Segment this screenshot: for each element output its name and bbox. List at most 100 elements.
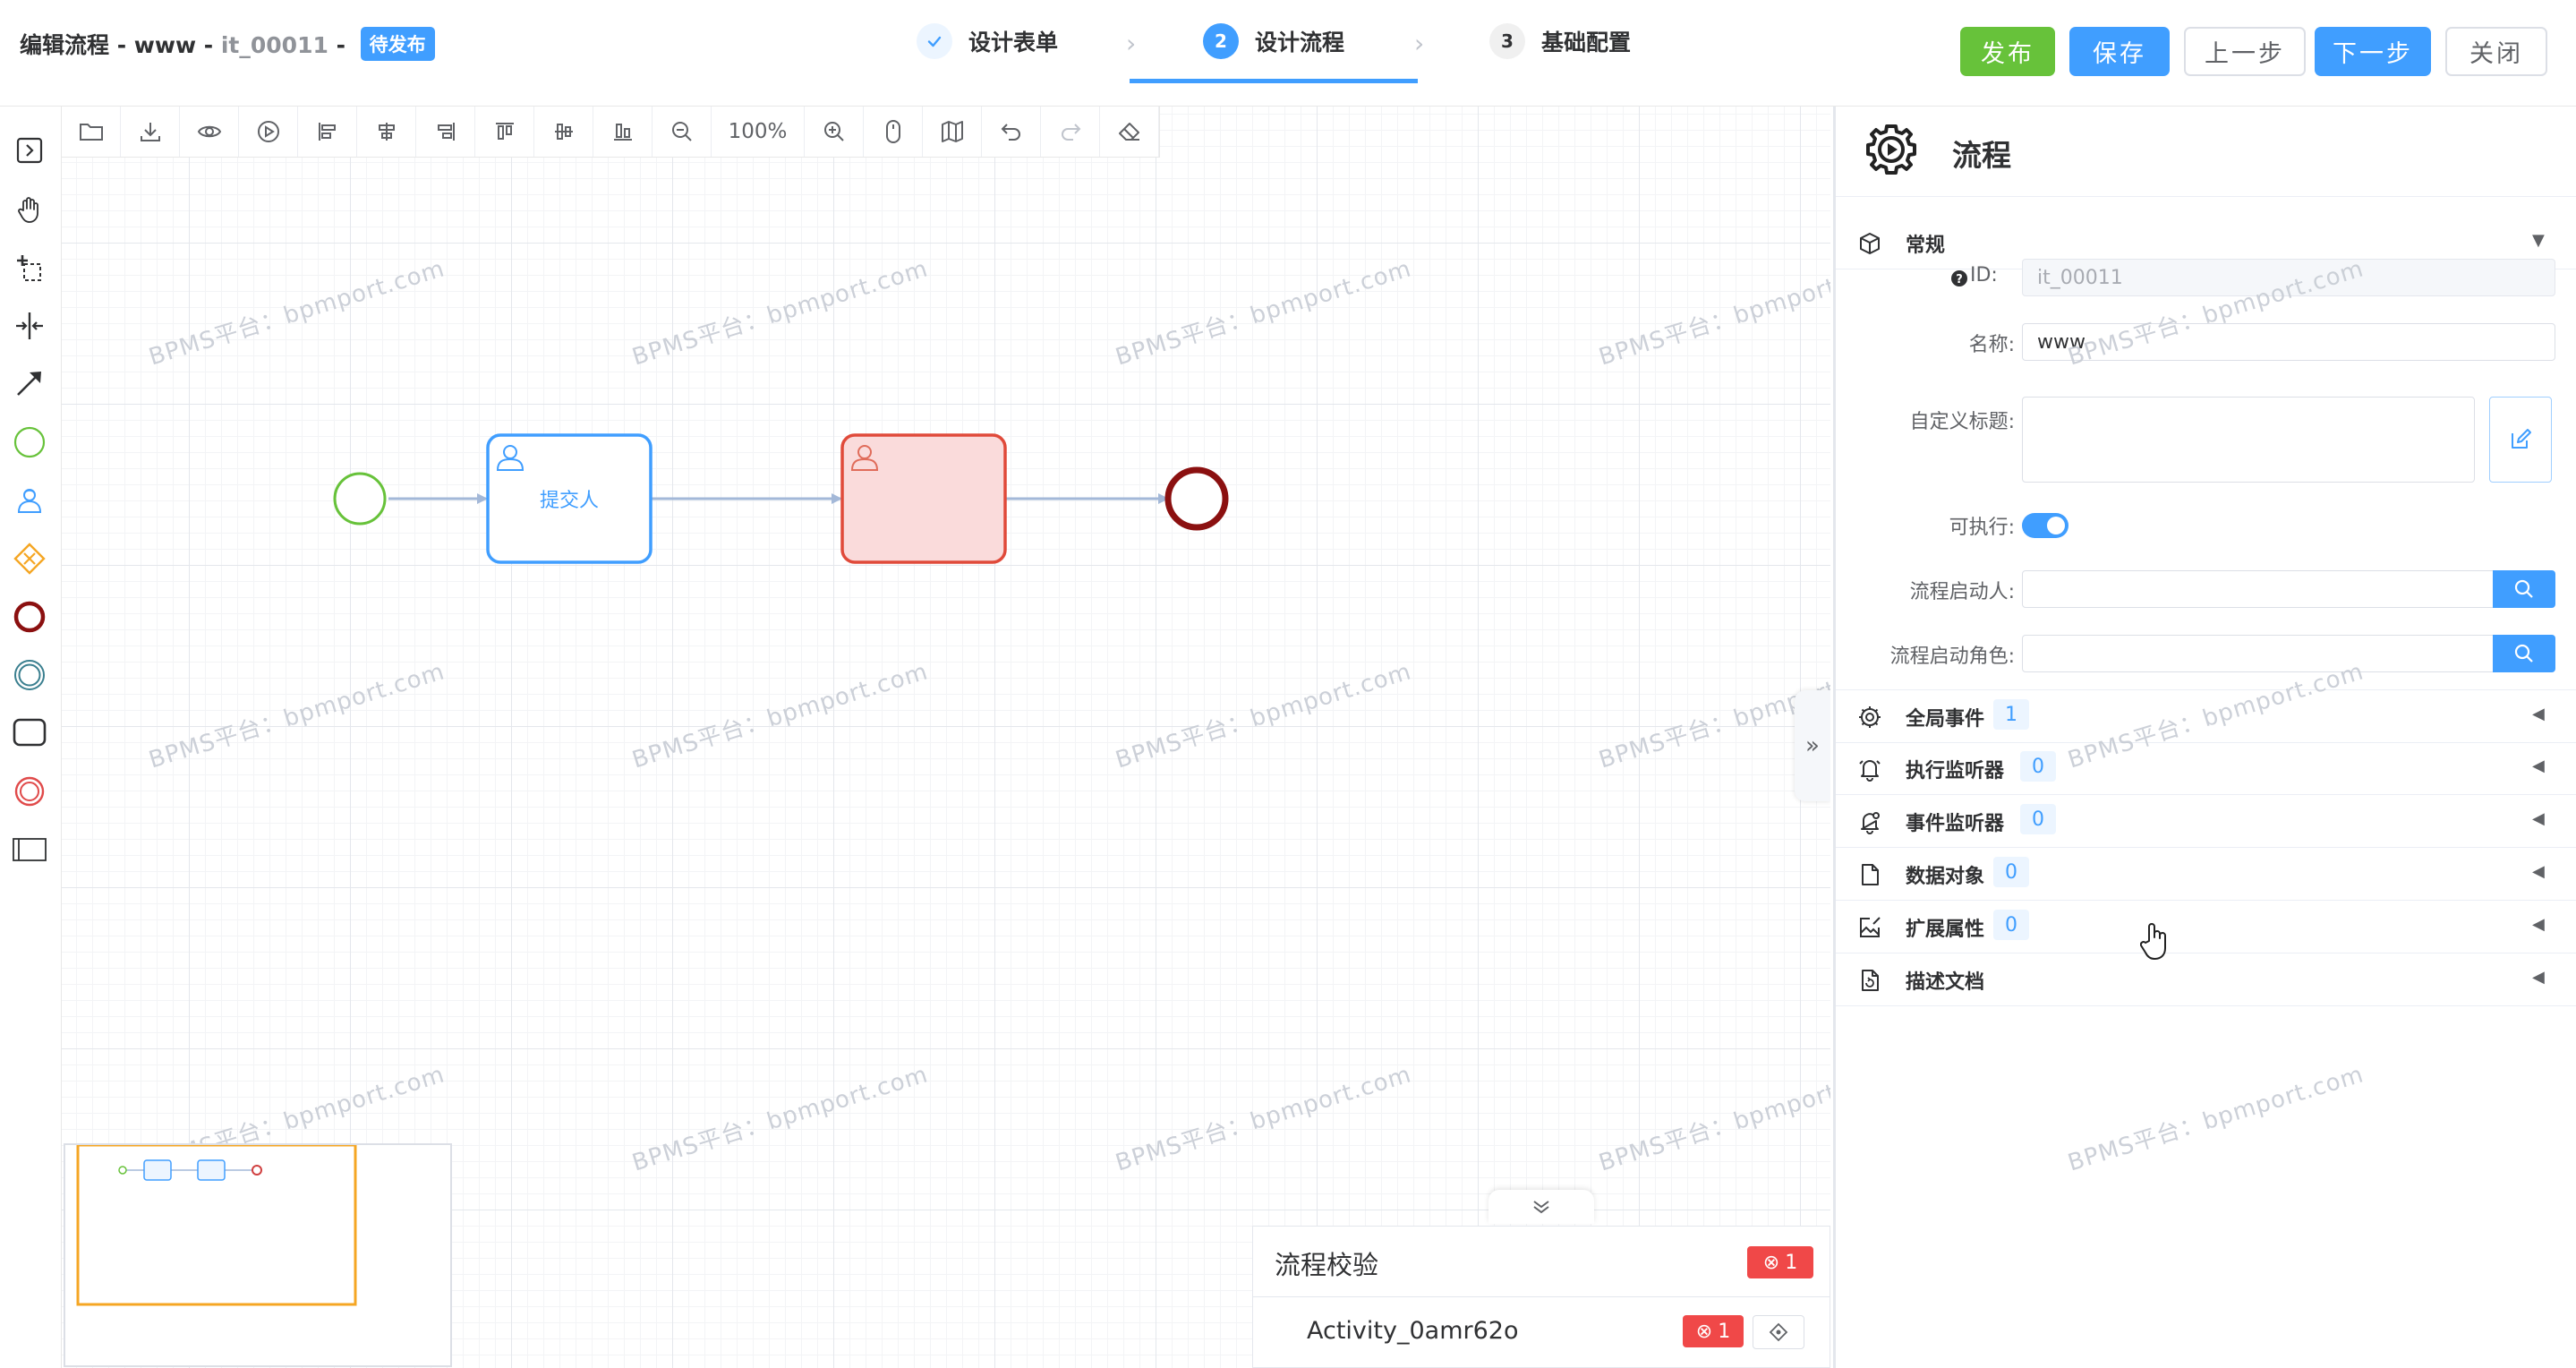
next-step-button[interactable]: 下一步 <box>2315 27 2431 76</box>
minimap-preview <box>76 1143 357 1306</box>
panel-title: 流程 <box>1952 138 2011 173</box>
caret-left-icon: ◀ <box>2532 705 2545 723</box>
search-icon <box>2514 644 2533 663</box>
section-count: 0 <box>2020 751 2056 782</box>
user-task-icon[interactable] <box>7 478 52 523</box>
watermark: BPMS平台：bpmport.com <box>2064 1061 2367 1177</box>
starter-role-input[interactable] <box>2022 635 2495 672</box>
element-palette <box>0 107 62 1368</box>
process-canvas[interactable]: 100% BPMS平台：bpmport.com BPMS平台：bpmport.c… <box>62 107 1830 1368</box>
starter-role-label: 流程启动角色: <box>1889 646 2015 668</box>
collapse-panel-icon[interactable]: » <box>1795 690 1830 801</box>
validation-title: 流程校验 <box>1275 1250 1379 1280</box>
save-button[interactable]: 保存 <box>2069 27 2170 76</box>
prev-step-button[interactable]: 上一步 <box>2184 27 2306 76</box>
starter-input[interactable] <box>2022 570 2495 608</box>
validation-item-name: Activity_0amr62o <box>1307 1317 1519 1345</box>
start-event[interactable] <box>333 472 387 526</box>
pool-icon[interactable] <box>7 827 52 872</box>
step-design-process[interactable]: 2 设计流程 <box>1203 23 1344 59</box>
expand-palette-icon[interactable] <box>7 128 52 173</box>
section-extension-properties[interactable]: 扩展属性 0 ◀ <box>1836 901 2576 953</box>
active-step-underline <box>1130 79 1418 83</box>
check-icon <box>917 23 952 59</box>
step-label: 基础配置 <box>1541 30 1632 56</box>
caret-left-icon: ◀ <box>2532 915 2545 934</box>
end-event[interactable] <box>1164 466 1229 531</box>
caret-left-icon: ◀ <box>2532 757 2545 775</box>
error-count: 1 <box>1718 1320 1731 1343</box>
bell-dot-icon <box>1861 812 1880 834</box>
process-gear-icon <box>1866 124 1916 175</box>
top-header: 编辑流程 - www - it_00011 - 待发布 设计表单 › 2 设计流… <box>0 0 2576 107</box>
collapse-validation-icon[interactable] <box>1488 1190 1594 1224</box>
section-label: 全局事件 <box>1906 708 1985 731</box>
section-data-objects[interactable]: 数据对象 0 ◀ <box>1836 848 2576 901</box>
intermediate-event-icon[interactable] <box>7 653 52 697</box>
title-suffix: - <box>328 32 345 58</box>
id-label: ID: <box>1970 264 1998 286</box>
section-label: 描述文档 <box>1906 971 1985 994</box>
section-label: 数据对象 <box>1906 866 1985 888</box>
step-number: 2 <box>1203 23 1239 59</box>
name-label: 名称: <box>1968 334 2015 356</box>
help-icon[interactable]: ? <box>1950 269 1968 287</box>
caret-left-icon: ◀ <box>2532 862 2545 881</box>
starter-search-button[interactable] <box>2493 570 2555 608</box>
locate-button[interactable] <box>1753 1315 1804 1349</box>
space-tool-icon[interactable] <box>7 304 52 348</box>
step-chevron-icon: › <box>1126 29 1137 58</box>
gateway-icon[interactable] <box>7 536 52 581</box>
end-event-icon[interactable] <box>7 594 52 639</box>
starter-role-search-button[interactable] <box>2493 635 2555 672</box>
task-label: 提交人 <box>539 490 599 512</box>
edit-title-button[interactable] <box>2489 397 2552 483</box>
document-icon <box>1862 864 1879 885</box>
caret-left-icon: ◀ <box>2532 968 2545 987</box>
lasso-tool-icon[interactable] <box>7 245 52 290</box>
title-prefix: 编辑流程 - www - <box>20 32 221 58</box>
error-circle-icon: ⊗ <box>1762 1251 1780 1274</box>
section-count: 0 <box>1993 857 2029 887</box>
title-process-id: it_00011 <box>220 32 328 58</box>
executable-toggle[interactable] <box>2022 513 2068 538</box>
publish-button[interactable]: 发布 <box>1960 27 2055 76</box>
section-documentation[interactable]: 描述文档 ◀ <box>1836 953 2576 1006</box>
step-basic-config[interactable]: 3 基础配置 <box>1489 23 1631 59</box>
caret-down-icon: ▼ <box>2532 231 2545 250</box>
validation-item[interactable]: Activity_0amr62o ⊗ 1 <box>1253 1296 1830 1368</box>
step-design-form[interactable]: 设计表单 <box>917 23 1058 59</box>
item-error-badge: ⊗ 1 <box>1683 1315 1744 1347</box>
page-title: 编辑流程 - www - it_00011 - 待发布 <box>20 27 435 61</box>
executable-label: 可执行: <box>1949 517 2015 539</box>
search-icon <box>2514 579 2533 598</box>
close-button[interactable]: 关闭 <box>2445 27 2547 76</box>
properties-panel: 流程 常规 ▼ ? ID: it_00011 名称: www 自定义标题: 可执… <box>1833 107 2576 1368</box>
hand-cursor-icon <box>2140 923 2166 960</box>
task-icon[interactable] <box>7 710 52 755</box>
caret-left-icon: ◀ <box>2532 809 2545 828</box>
document-refresh-icon <box>1862 970 1879 991</box>
minimap[interactable] <box>64 1143 452 1367</box>
cube-icon <box>1860 233 1880 254</box>
section-label: 扩展属性 <box>1906 919 1985 941</box>
subprocess-icon[interactable] <box>7 769 52 814</box>
section-execution-listeners[interactable]: 执行监听器 0 ◀ <box>1836 742 2576 795</box>
validation-error-badge: ⊗ 1 <box>1747 1246 1813 1278</box>
section-count: 1 <box>1993 699 2029 730</box>
start-event-icon[interactable] <box>7 420 52 465</box>
edit-icon <box>2512 429 2531 449</box>
section-event-listeners[interactable]: 事件监听器 0 ◀ <box>1836 795 2576 848</box>
error-count: 1 <box>1785 1251 1798 1274</box>
custom-title-textarea[interactable] <box>2022 397 2475 483</box>
locate-icon <box>1769 1322 1788 1342</box>
step-chevron-icon: › <box>1414 29 1425 58</box>
step-label: 设计流程 <box>1255 30 1345 56</box>
panel-header: 流程 <box>1836 107 2576 197</box>
hand-tool-icon[interactable] <box>7 187 52 232</box>
user-task-error[interactable] <box>840 433 1007 564</box>
image-edit-icon <box>1860 917 1881 937</box>
connect-tool-icon[interactable] <box>7 361 52 406</box>
section-label: 常规 <box>1906 235 1946 257</box>
step-number: 3 <box>1489 23 1525 59</box>
